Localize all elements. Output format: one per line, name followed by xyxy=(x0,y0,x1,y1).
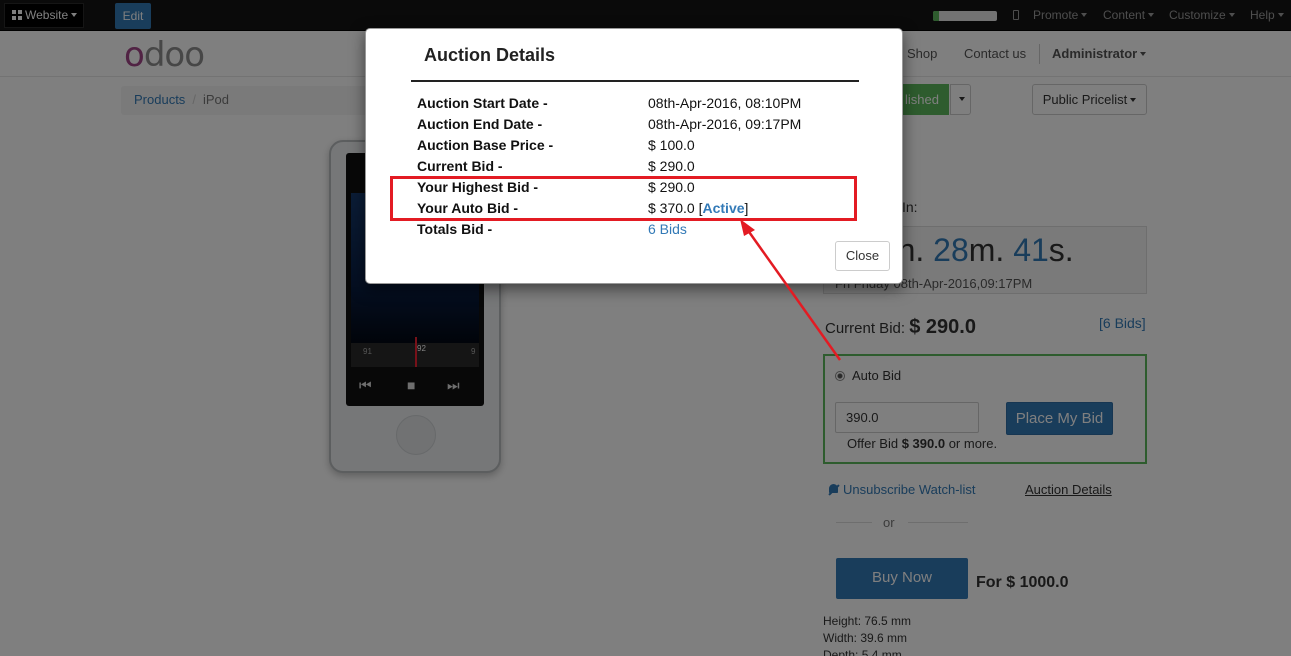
auction-end-date-label: Auction End Date - xyxy=(417,116,543,132)
totals-bid-link[interactable]: 6 Bids xyxy=(648,221,687,237)
auction-start-date-value: 08th-Apr-2016, 08:10PM xyxy=(648,95,802,111)
auction-base-price-value: $ 100.0 xyxy=(648,137,695,153)
close-button[interactable]: Close xyxy=(835,241,890,271)
auction-details-modal: Auction Details Auction Start Date - 08t… xyxy=(365,28,903,284)
annotation-highlight-box xyxy=(390,176,857,221)
auction-start-date-label: Auction Start Date - xyxy=(417,95,548,111)
modal-title: Auction Details xyxy=(424,45,556,65)
auction-end-date-value: 08th-Apr-2016, 09:17PM xyxy=(648,116,802,132)
current-bid-label: Current Bid - xyxy=(417,158,503,174)
auction-base-price-label: Auction Base Price - xyxy=(417,137,554,153)
modal-title-divider xyxy=(411,80,859,82)
totals-bid-label: Totals Bid - xyxy=(417,221,493,237)
current-bid-value: $ 290.0 xyxy=(648,158,695,174)
